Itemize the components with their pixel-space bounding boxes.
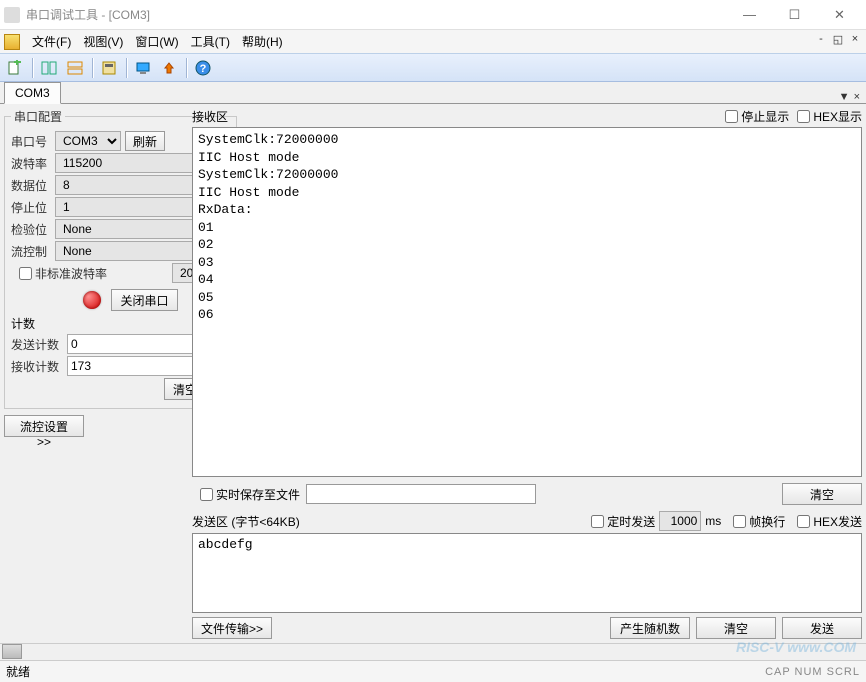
separator [186, 58, 188, 78]
status-led-icon [83, 291, 101, 309]
nonstd-label: 非标准波特率 [35, 265, 107, 282]
parity-label: 检验位 [11, 221, 55, 238]
clear-recv-button[interactable]: 清空 [782, 483, 862, 505]
tb-split-v-icon[interactable] [63, 57, 87, 79]
close-button[interactable]: ✕ [817, 1, 862, 29]
tab-close-icon[interactable]: × [854, 91, 860, 103]
refresh-button[interactable]: 刷新 [125, 131, 165, 151]
window-title: 串口调试工具 - [COM3] [26, 6, 727, 23]
menu-file[interactable]: 文件(F) [26, 31, 77, 52]
menu-view[interactable]: 视图(V) [77, 31, 129, 52]
status-text: 就绪 [6, 663, 30, 680]
stop-display-checkbox[interactable] [725, 110, 738, 123]
recv-count-label: 接收计数 [11, 358, 67, 375]
horizontal-scrollbar[interactable] [0, 643, 866, 660]
separator [126, 58, 128, 78]
ms-label: ms [705, 514, 721, 528]
menu-tool[interactable]: 工具(T) [185, 31, 236, 52]
close-port-button[interactable]: 关闭串口 [111, 289, 177, 311]
save-file-label: 实时保存至文件 [216, 486, 300, 503]
save-file-checkbox[interactable] [200, 488, 213, 501]
save-file-path-field[interactable] [306, 484, 536, 504]
tb-calc-icon[interactable] [97, 57, 121, 79]
frame-newline-checkbox[interactable] [733, 515, 746, 528]
flow-settings-button[interactable]: 流控设置>> [4, 415, 84, 437]
send-title: 发送区 (字节<64KB) [192, 513, 300, 530]
tb-help-icon[interactable]: ? [191, 57, 215, 79]
status-indicators: CAP NUM SCRL [765, 666, 860, 678]
serial-config-legend: 串口配置 [11, 108, 65, 125]
separator [92, 58, 94, 78]
mdi-minimize-button[interactable]: - [814, 32, 828, 46]
stopbits-label: 停止位 [11, 199, 55, 216]
svg-text:?: ? [200, 63, 207, 75]
menu-window[interactable]: 窗口(W) [129, 31, 184, 52]
frame-newline-label: 帧换行 [749, 513, 785, 530]
mdi-restore-button[interactable]: ◱ [831, 32, 845, 46]
baud-label: 波特率 [11, 155, 55, 172]
databits-label: 数据位 [11, 177, 55, 194]
nonstd-checkbox[interactable] [19, 267, 32, 280]
tb-upload-icon[interactable] [157, 57, 181, 79]
port-label: 串口号 [11, 133, 55, 150]
flow-label: 流控制 [11, 243, 55, 260]
menubar-icon [4, 34, 20, 50]
tab-com3[interactable]: COM3 [4, 82, 61, 104]
recv-textarea[interactable]: SystemClk:72000000 IIC Host mode SystemC… [192, 127, 862, 477]
stop-display-label: 停止显示 [741, 108, 789, 125]
gen-random-button[interactable]: 产生随机数 [610, 617, 690, 639]
tb-new-icon[interactable] [3, 57, 27, 79]
hex-display-checkbox[interactable] [797, 110, 810, 123]
mdi-close-button[interactable]: × [848, 32, 862, 46]
minimize-button[interactable]: — [727, 1, 772, 29]
tb-split-h-icon[interactable] [37, 57, 61, 79]
menu-help[interactable]: 帮助(H) [236, 31, 289, 52]
send-count-label: 发送计数 [11, 336, 67, 353]
tb-monitor-icon[interactable] [131, 57, 155, 79]
hex-send-label: HEX发送 [813, 513, 862, 530]
timed-send-label: 定时发送 [607, 513, 655, 530]
send-button[interactable]: 发送 [782, 617, 862, 639]
hex-send-checkbox[interactable] [797, 515, 810, 528]
hex-display-label: HEX显示 [813, 108, 862, 125]
file-transfer-button[interactable]: 文件传输>> [192, 617, 272, 639]
clear-send-button[interactable]: 清空 [696, 617, 776, 639]
timed-send-checkbox[interactable] [591, 515, 604, 528]
maximize-button[interactable]: ☐ [772, 1, 817, 29]
interval-field[interactable] [659, 511, 701, 531]
separator [32, 58, 34, 78]
recv-title: 接收区 [192, 108, 717, 125]
send-textarea[interactable]: abcdefg [192, 533, 862, 613]
tab-dropdown-icon[interactable]: ▼ [839, 91, 850, 103]
app-icon [4, 7, 20, 23]
port-select[interactable]: COM3 [55, 131, 121, 151]
